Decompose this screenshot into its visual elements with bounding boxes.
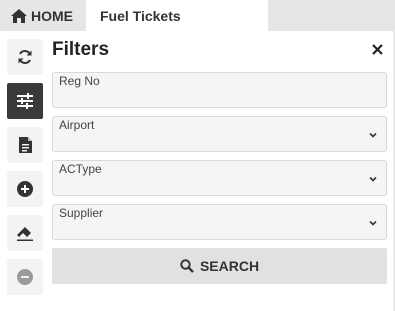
search-button[interactable]: SEARCH xyxy=(52,248,387,284)
tab-home[interactable]: HOME xyxy=(0,0,86,31)
clear-button[interactable] xyxy=(7,215,43,251)
document-button[interactable] xyxy=(7,127,43,163)
actype-select[interactable]: ACType xyxy=(52,160,387,196)
add-circle-icon xyxy=(17,181,33,197)
chevron-down-icon xyxy=(369,132,377,138)
reg-no-label: Reg No xyxy=(59,74,100,88)
airport-select[interactable]: Airport xyxy=(52,116,387,152)
supplier-label: Supplier xyxy=(59,206,104,220)
home-icon xyxy=(11,8,27,23)
chevron-down-icon xyxy=(369,220,377,226)
remove-button[interactable] xyxy=(7,259,43,295)
reg-no-field[interactable]: Reg No xyxy=(52,72,387,108)
filter-sliders-icon xyxy=(17,93,33,109)
close-button[interactable] xyxy=(370,42,384,56)
filters-title: Filters xyxy=(52,39,110,60)
actype-label: ACType xyxy=(59,162,102,176)
remove-circle-icon xyxy=(17,269,33,285)
eraser-icon xyxy=(17,227,33,241)
filters-button[interactable] xyxy=(7,83,43,119)
tab-fuel-tickets[interactable]: Fuel Tickets xyxy=(86,0,268,31)
close-icon xyxy=(371,43,383,55)
supplier-select[interactable]: Supplier xyxy=(52,204,387,240)
airport-label: Airport xyxy=(59,118,95,132)
tab-home-label: HOME xyxy=(31,7,73,24)
refresh-icon xyxy=(18,50,32,64)
top-tab-bar: HOME Fuel Tickets xyxy=(0,0,395,31)
tab-fuel-tickets-label: Fuel Tickets xyxy=(100,7,181,24)
refresh-button[interactable] xyxy=(7,39,43,75)
add-button[interactable] xyxy=(7,171,43,207)
chevron-down-icon xyxy=(369,176,377,182)
document-icon xyxy=(18,137,32,153)
search-button-label: SEARCH xyxy=(199,258,260,274)
action-sidebar xyxy=(0,31,48,311)
search-icon xyxy=(180,259,194,273)
